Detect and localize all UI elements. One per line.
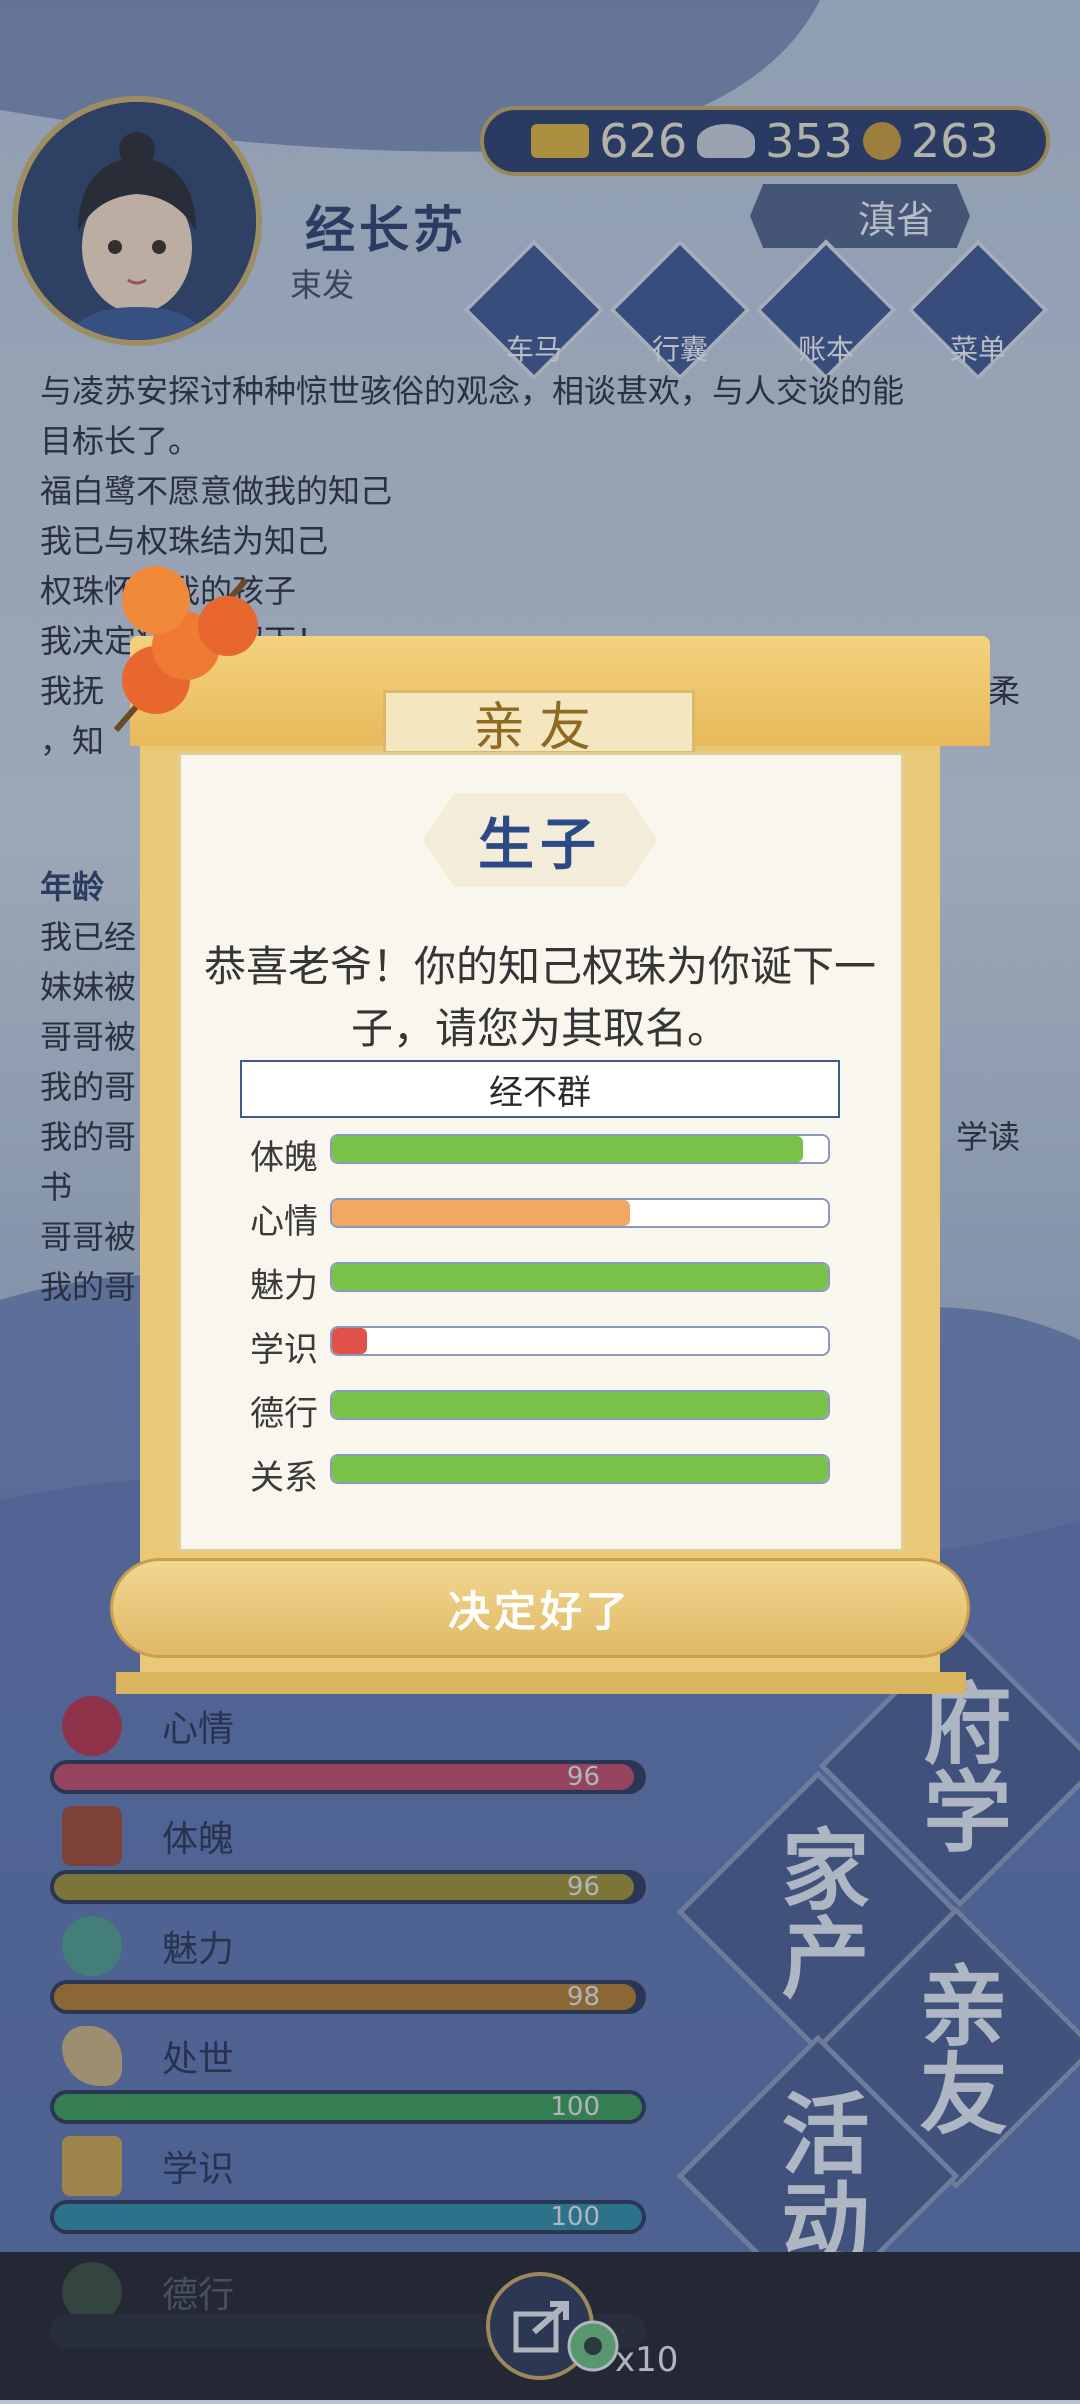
attr-label-charm: 魅力 bbox=[250, 1266, 318, 1306]
dialog-bottom-rail bbox=[116, 1672, 966, 1694]
dialog-subtitle: 生子 bbox=[478, 812, 602, 878]
attr-label-relation: 关系 bbox=[250, 1458, 318, 1498]
attr-fill bbox=[332, 1392, 828, 1418]
attr-bar-knowledge bbox=[330, 1326, 830, 1356]
confirm-button[interactable]: 决定好了 bbox=[110, 1558, 970, 1658]
dialog-subtitle-plaque: 生子 bbox=[422, 793, 658, 887]
dialog-title-plaque: 亲友 bbox=[383, 690, 695, 758]
attr-fill bbox=[332, 1136, 804, 1162]
child-name-input[interactable] bbox=[240, 1060, 840, 1118]
attr-bar-relation bbox=[330, 1454, 830, 1484]
attr-fill bbox=[332, 1456, 828, 1482]
attr-bar-mood bbox=[330, 1198, 830, 1228]
attr-label-virtue: 德行 bbox=[250, 1394, 318, 1434]
attr-label-body: 体魄 bbox=[250, 1138, 318, 1178]
dialog-title: 亲友 bbox=[472, 697, 605, 758]
attr-bar-virtue bbox=[330, 1390, 830, 1420]
attr-bar-charm bbox=[330, 1262, 830, 1292]
confirm-label: 决定好了 bbox=[447, 1586, 632, 1636]
dialog-message: 恭喜老爷！你的知己权珠为你诞下一子，请您为其取名。 bbox=[203, 942, 876, 1053]
attr-fill bbox=[332, 1200, 630, 1226]
attr-label-knowledge: 学识 bbox=[250, 1330, 318, 1370]
candied-hawthorn-icon bbox=[113, 566, 258, 732]
attr-fill bbox=[332, 1264, 828, 1290]
attr-fill bbox=[332, 1328, 367, 1354]
attr-label-mood: 心情 bbox=[250, 1202, 318, 1242]
attr-bar-body bbox=[330, 1134, 830, 1164]
